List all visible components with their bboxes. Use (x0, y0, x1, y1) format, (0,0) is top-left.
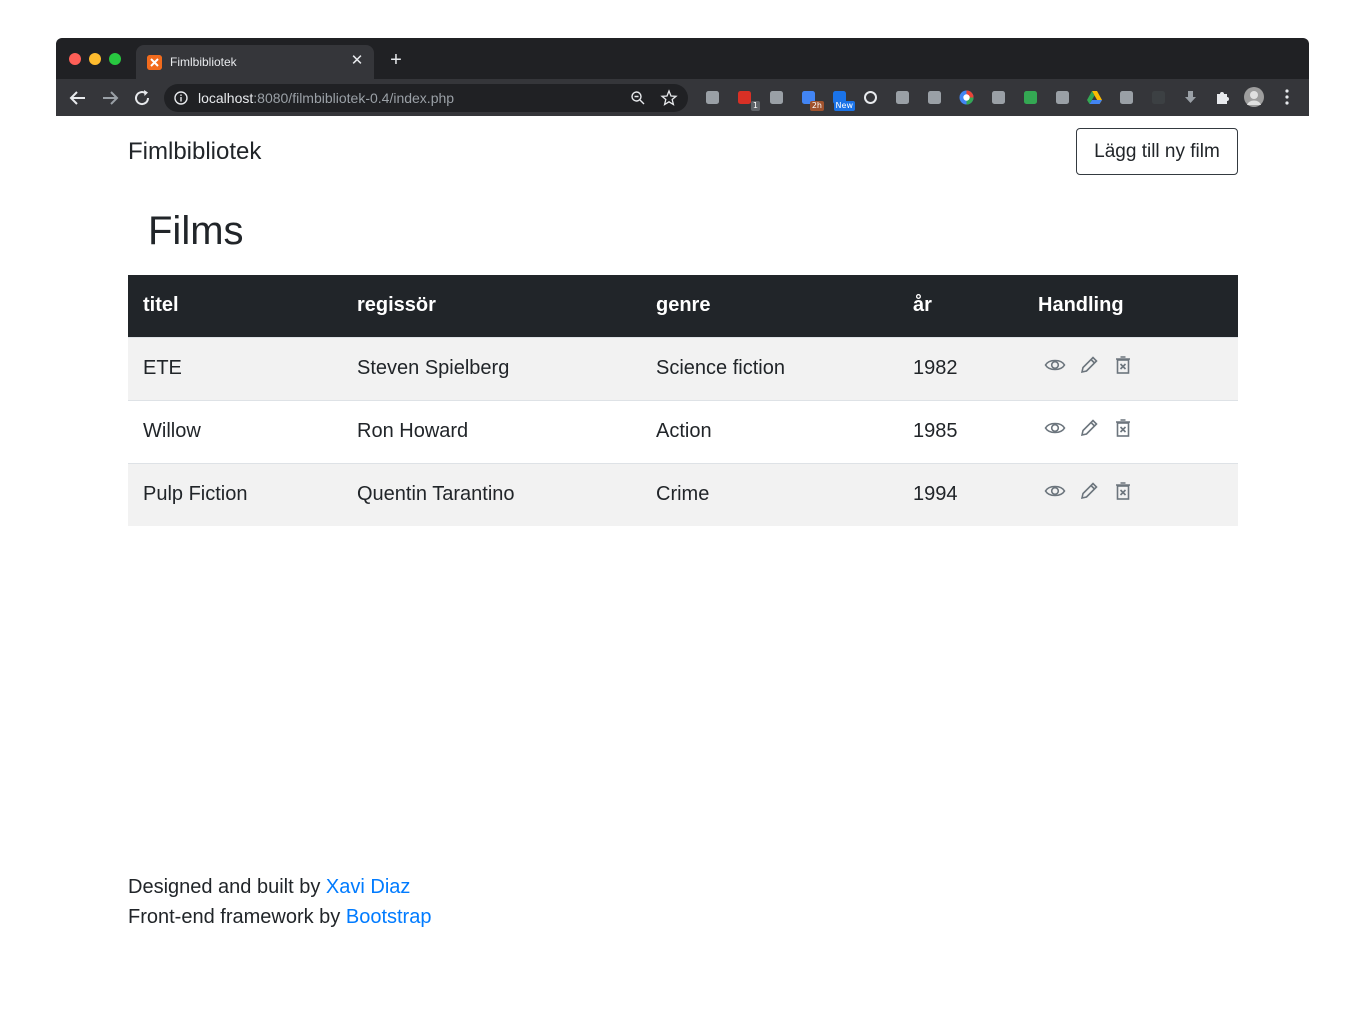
pencil-icon[interactable] (1078, 417, 1100, 439)
stats-icon[interactable] (1022, 89, 1039, 106)
footer-credit-line: Designed and built by Xavi Diaz (128, 872, 431, 902)
cloud-icon[interactable] (1150, 89, 1167, 106)
zoom-icon[interactable] (630, 90, 646, 111)
cell-actions (1023, 462, 1238, 526)
tab-close-icon[interactable]: ✕ (348, 52, 366, 70)
bootstrap-link[interactable]: Bootstrap (346, 906, 432, 928)
browser-tab[interactable]: Fimlbibliotek ✕ (136, 45, 374, 79)
browser-window: Fimlbibliotek ✕ + localhost:8080/filmbib… (56, 38, 1309, 958)
trash-icon[interactable] (1112, 417, 1134, 439)
add-film-button[interactable]: Lägg till ny film (1076, 128, 1238, 175)
url-host: localhost (198, 90, 254, 106)
url-text: localhost:8080/filmbibliotek-0.4/index.p… (198, 90, 454, 106)
cell-director: Steven Spielberg (342, 336, 641, 400)
films-table: titel regissör genre år Handling ETE Stev… (128, 275, 1238, 526)
footer-framework-text: Front-end framework by (128, 906, 346, 928)
navbar-brand[interactable]: Fimlbibliotek (128, 138, 261, 166)
cell-genre: Science fiction (641, 336, 898, 400)
info-icon[interactable] (174, 91, 188, 110)
cell-title: Willow (128, 399, 342, 463)
trash-icon[interactable] (1112, 354, 1134, 376)
calendar-icon[interactable]: 2h (800, 89, 824, 111)
calendar-red-icon[interactable]: 1 (736, 89, 760, 111)
menu-kebab-icon[interactable] (1277, 87, 1301, 111)
mail-icon[interactable]: New (831, 89, 855, 111)
avatar[interactable] (1244, 87, 1264, 107)
extension-badge: New (833, 101, 855, 111)
tab-title: Fimlbibliotek (170, 55, 237, 69)
eye-icon[interactable] (1044, 480, 1066, 502)
page-title: Films (148, 209, 244, 253)
table-row: ETE Steven Spielberg Science fiction 1982 (128, 336, 1238, 400)
eye-icon[interactable] (1044, 417, 1066, 439)
cell-year: 1985 (898, 399, 1023, 463)
footer: Designed and built by Xavi Diaz Front-en… (128, 872, 431, 932)
key-icon[interactable] (1118, 89, 1135, 106)
color-wheel-icon[interactable] (958, 89, 975, 106)
table-header-row: titel regissör genre år Handling (128, 275, 1238, 337)
gdrive-icon[interactable] (1086, 89, 1103, 106)
window-maximize-button[interactable] (109, 53, 121, 65)
address-bar[interactable]: localhost:8080/filmbibliotek-0.4/index.p… (164, 84, 688, 112)
footer-framework-line: Front-end framework by Bootstrap (128, 902, 431, 932)
pencil-icon[interactable] (1078, 354, 1100, 376)
camera-icon[interactable] (894, 89, 911, 106)
cell-director: Ron Howard (342, 399, 641, 463)
column-header-title: titel (128, 275, 342, 337)
download-arrow-icon[interactable] (1182, 89, 1199, 106)
column-header-actions: Handling (1023, 275, 1238, 337)
bookmark-star-icon[interactable] (660, 89, 678, 112)
download-circle-icon[interactable] (1054, 89, 1071, 106)
extension-badge: 1 (750, 101, 760, 111)
browser-toolbar: localhost:8080/filmbibliotek-0.4/index.p… (56, 79, 1309, 116)
tab-strip: Fimlbibliotek ✕ + (56, 38, 1309, 79)
print-icon[interactable] (926, 89, 943, 106)
pencil-icon[interactable] (1078, 480, 1100, 502)
trash-icon[interactable] (1112, 480, 1134, 502)
bulb-icon[interactable] (768, 89, 785, 106)
column-header-director: regissör (342, 275, 641, 337)
reload-icon[interactable] (130, 86, 154, 110)
forward-arrow-icon[interactable] (98, 86, 122, 110)
drive-icon[interactable] (704, 89, 721, 106)
column-header-genre: genre (641, 275, 898, 337)
table-row: Willow Ron Howard Action 1985 (128, 399, 1238, 463)
new-tab-icon[interactable]: + (386, 50, 406, 70)
url-path: :8080/filmbibliotek-0.4/index.php (253, 90, 455, 106)
puzzle-icon[interactable] (1214, 89, 1231, 106)
table-row: Pulp Fiction Quentin Tarantino Crime 1994 (128, 462, 1238, 526)
eye-icon[interactable] (1044, 354, 1066, 376)
cell-title: Pulp Fiction (128, 462, 342, 526)
page-content: Fimlbibliotek Lägg till ny film Films ti… (56, 116, 1309, 958)
window-close-button[interactable] (69, 53, 81, 65)
extension-badge: 2h (809, 101, 824, 111)
circle-icon[interactable] (862, 89, 879, 106)
cell-actions (1023, 336, 1238, 400)
cell-year: 1982 (898, 336, 1023, 400)
cell-actions (1023, 399, 1238, 463)
window-minimize-button[interactable] (89, 53, 101, 65)
cell-director: Quentin Tarantino (342, 462, 641, 526)
cell-genre: Action (641, 399, 898, 463)
column-header-year: år (898, 275, 1023, 337)
cell-genre: Crime (641, 462, 898, 526)
author-link[interactable]: Xavi Diaz (326, 876, 410, 898)
cell-title: ETE (128, 336, 342, 400)
footer-credit-text: Designed and built by (128, 876, 326, 898)
cell-year: 1994 (898, 462, 1023, 526)
back-arrow-icon[interactable] (66, 86, 90, 110)
xampp-favicon-icon (147, 55, 162, 70)
feedly-icon[interactable] (990, 89, 1007, 106)
